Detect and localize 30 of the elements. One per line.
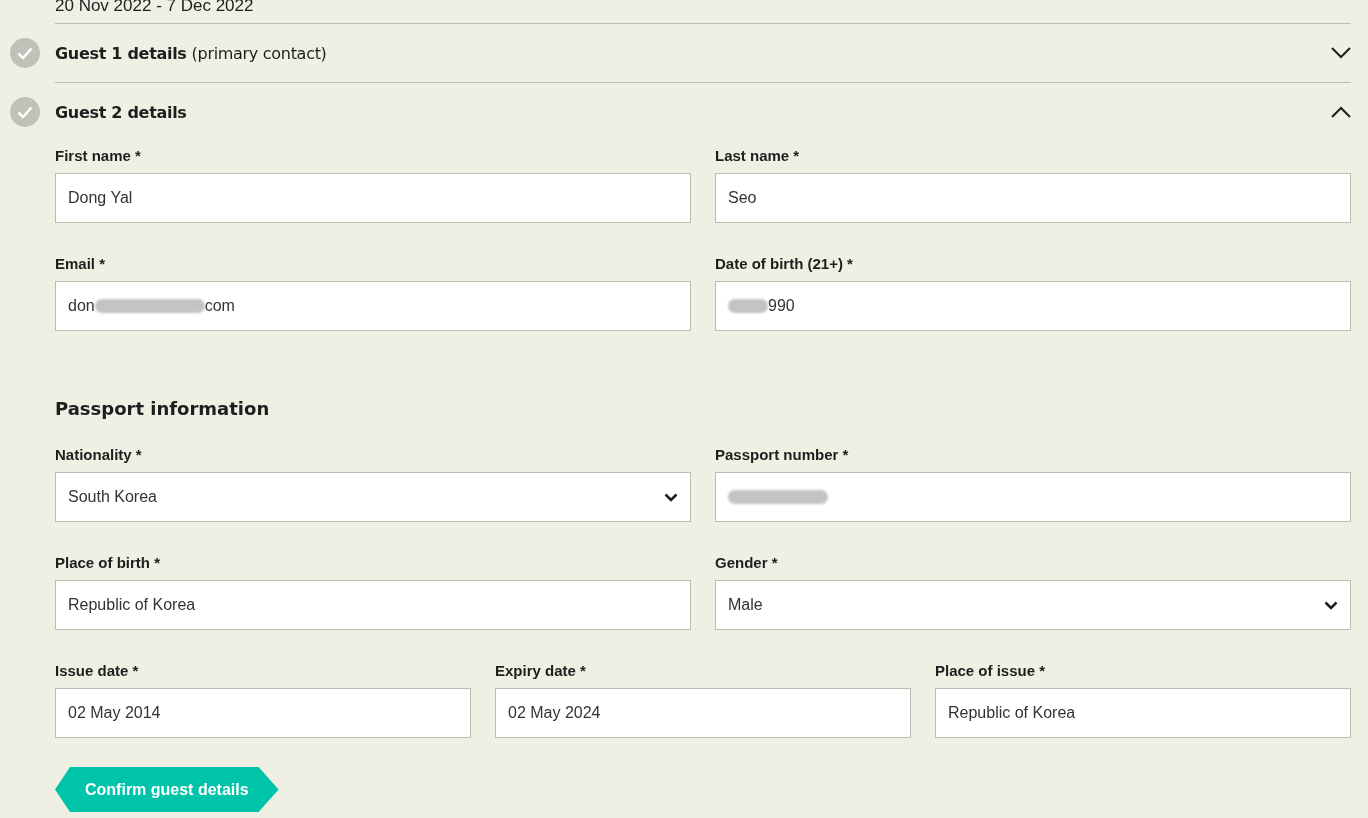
input-field[interactable]: Republic of Korea: [935, 688, 1351, 738]
date-range: 20 Nov 2022 - 7 Dec 2022: [55, 0, 1351, 24]
section-title[interactable]: Guest 2 details: [55, 102, 187, 122]
select-field[interactable]: South Korea: [55, 472, 691, 522]
field-label: Expiry date *: [495, 662, 586, 679]
caret-icon: [664, 492, 678, 502]
field-label: Passport number *: [715, 446, 849, 463]
caret-icon: [1324, 600, 1338, 610]
field-label: Place of birth *: [55, 554, 161, 571]
field-label: First name *: [55, 147, 141, 164]
field-label: Gender *: [715, 554, 778, 571]
section-title[interactable]: Guest 1 details (primary contact): [55, 43, 327, 63]
input-field[interactable]: Dong Yal: [55, 173, 691, 223]
input-field[interactable]: [715, 472, 1351, 522]
chevron-down-icon[interactable]: [1331, 47, 1351, 59]
section-heading: Passport information: [55, 398, 270, 419]
field-label: Date of birth (21+) *: [715, 255, 853, 272]
input-field[interactable]: 990: [715, 281, 1351, 331]
field-label: Issue date *: [55, 662, 139, 679]
select-field[interactable]: Male: [715, 580, 1351, 630]
field-label: Place of issue *: [935, 662, 1046, 679]
input-field[interactable]: 02 May 2024: [495, 688, 911, 738]
field-label: Last name *: [715, 147, 800, 164]
chevron-up-icon[interactable]: [1331, 106, 1351, 118]
input-field[interactable]: Seo: [715, 173, 1351, 223]
input-field[interactable]: 02 May 2014: [55, 688, 471, 738]
field-label: Email *: [55, 255, 106, 272]
field-label: Nationality *: [55, 446, 142, 463]
input-field[interactable]: Republic of Korea: [55, 580, 691, 630]
input-field[interactable]: don com: [55, 281, 691, 331]
